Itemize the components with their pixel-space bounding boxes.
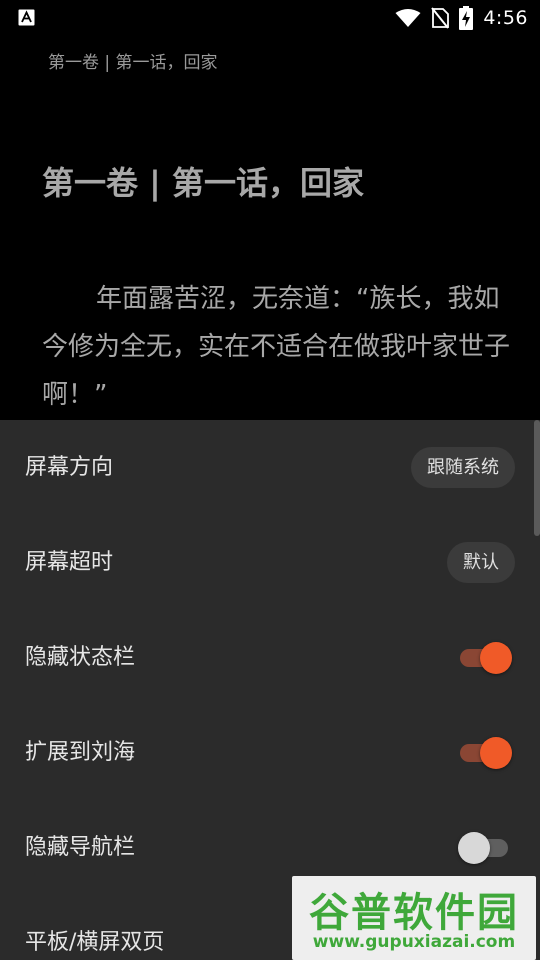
setting-label: 屏幕超时 — [25, 550, 114, 575]
timeout-select[interactable]: 默认 — [447, 542, 515, 583]
screen: { "status_bar": { "time": "4:56", "icons… — [0, 0, 540, 960]
paragraph-text: 年面露苦涩，无奈道：“族长，我如今修为全无，实在不适合在做我叶家世子啊！” — [42, 284, 511, 410]
no-sim-icon — [431, 7, 450, 29]
watermark-url: www.gupuxiazai.com — [312, 932, 516, 952]
battery-charging-icon — [459, 6, 474, 30]
reader-paragraph: 年面露苦涩，无奈道：“族长，我如今修为全无，实在不适合在做我叶家世子啊！” — [42, 275, 512, 419]
app-notification-icon — [18, 9, 35, 26]
watermark-logo-text: 谷普软件园 — [309, 890, 519, 936]
hide-nav-bar-toggle[interactable] — [458, 832, 512, 864]
extend-to-notch-toggle[interactable] — [458, 737, 512, 769]
setting-row-extend-to-notch[interactable]: 扩展到刘海 — [0, 705, 540, 800]
status-icons: 4:56 — [395, 6, 528, 30]
setting-row-screen-timeout[interactable]: 屏幕超时 默认 — [0, 515, 540, 610]
setting-label: 隐藏导航栏 — [25, 835, 136, 860]
reader-chapter-header: 第一卷 | 第一话，回家 — [48, 53, 218, 73]
setting-label: 隐藏状态栏 — [25, 645, 136, 670]
toggle-knob — [458, 832, 490, 864]
status-bar: 4:56 — [0, 0, 540, 36]
setting-label: 平板/横屏双页 — [25, 930, 165, 955]
toggle-knob — [480, 737, 512, 769]
toggle-knob — [480, 642, 512, 674]
orientation-select[interactable]: 跟随系统 — [411, 447, 515, 488]
setting-label: 屏幕方向 — [25, 455, 114, 480]
setting-label: 扩展到刘海 — [25, 740, 136, 765]
watermark: 谷普软件园 www.gupuxiazai.com — [292, 876, 536, 960]
status-time: 4:56 — [483, 7, 528, 29]
chapter-title: 第一卷 | 第一话，回家 — [42, 164, 364, 202]
setting-row-screen-orientation[interactable]: 屏幕方向 跟随系统 — [0, 420, 540, 515]
wifi-icon — [395, 9, 421, 27]
setting-row-hide-status-bar[interactable]: 隐藏状态栏 — [0, 610, 540, 705]
hide-status-bar-toggle[interactable] — [458, 642, 512, 674]
